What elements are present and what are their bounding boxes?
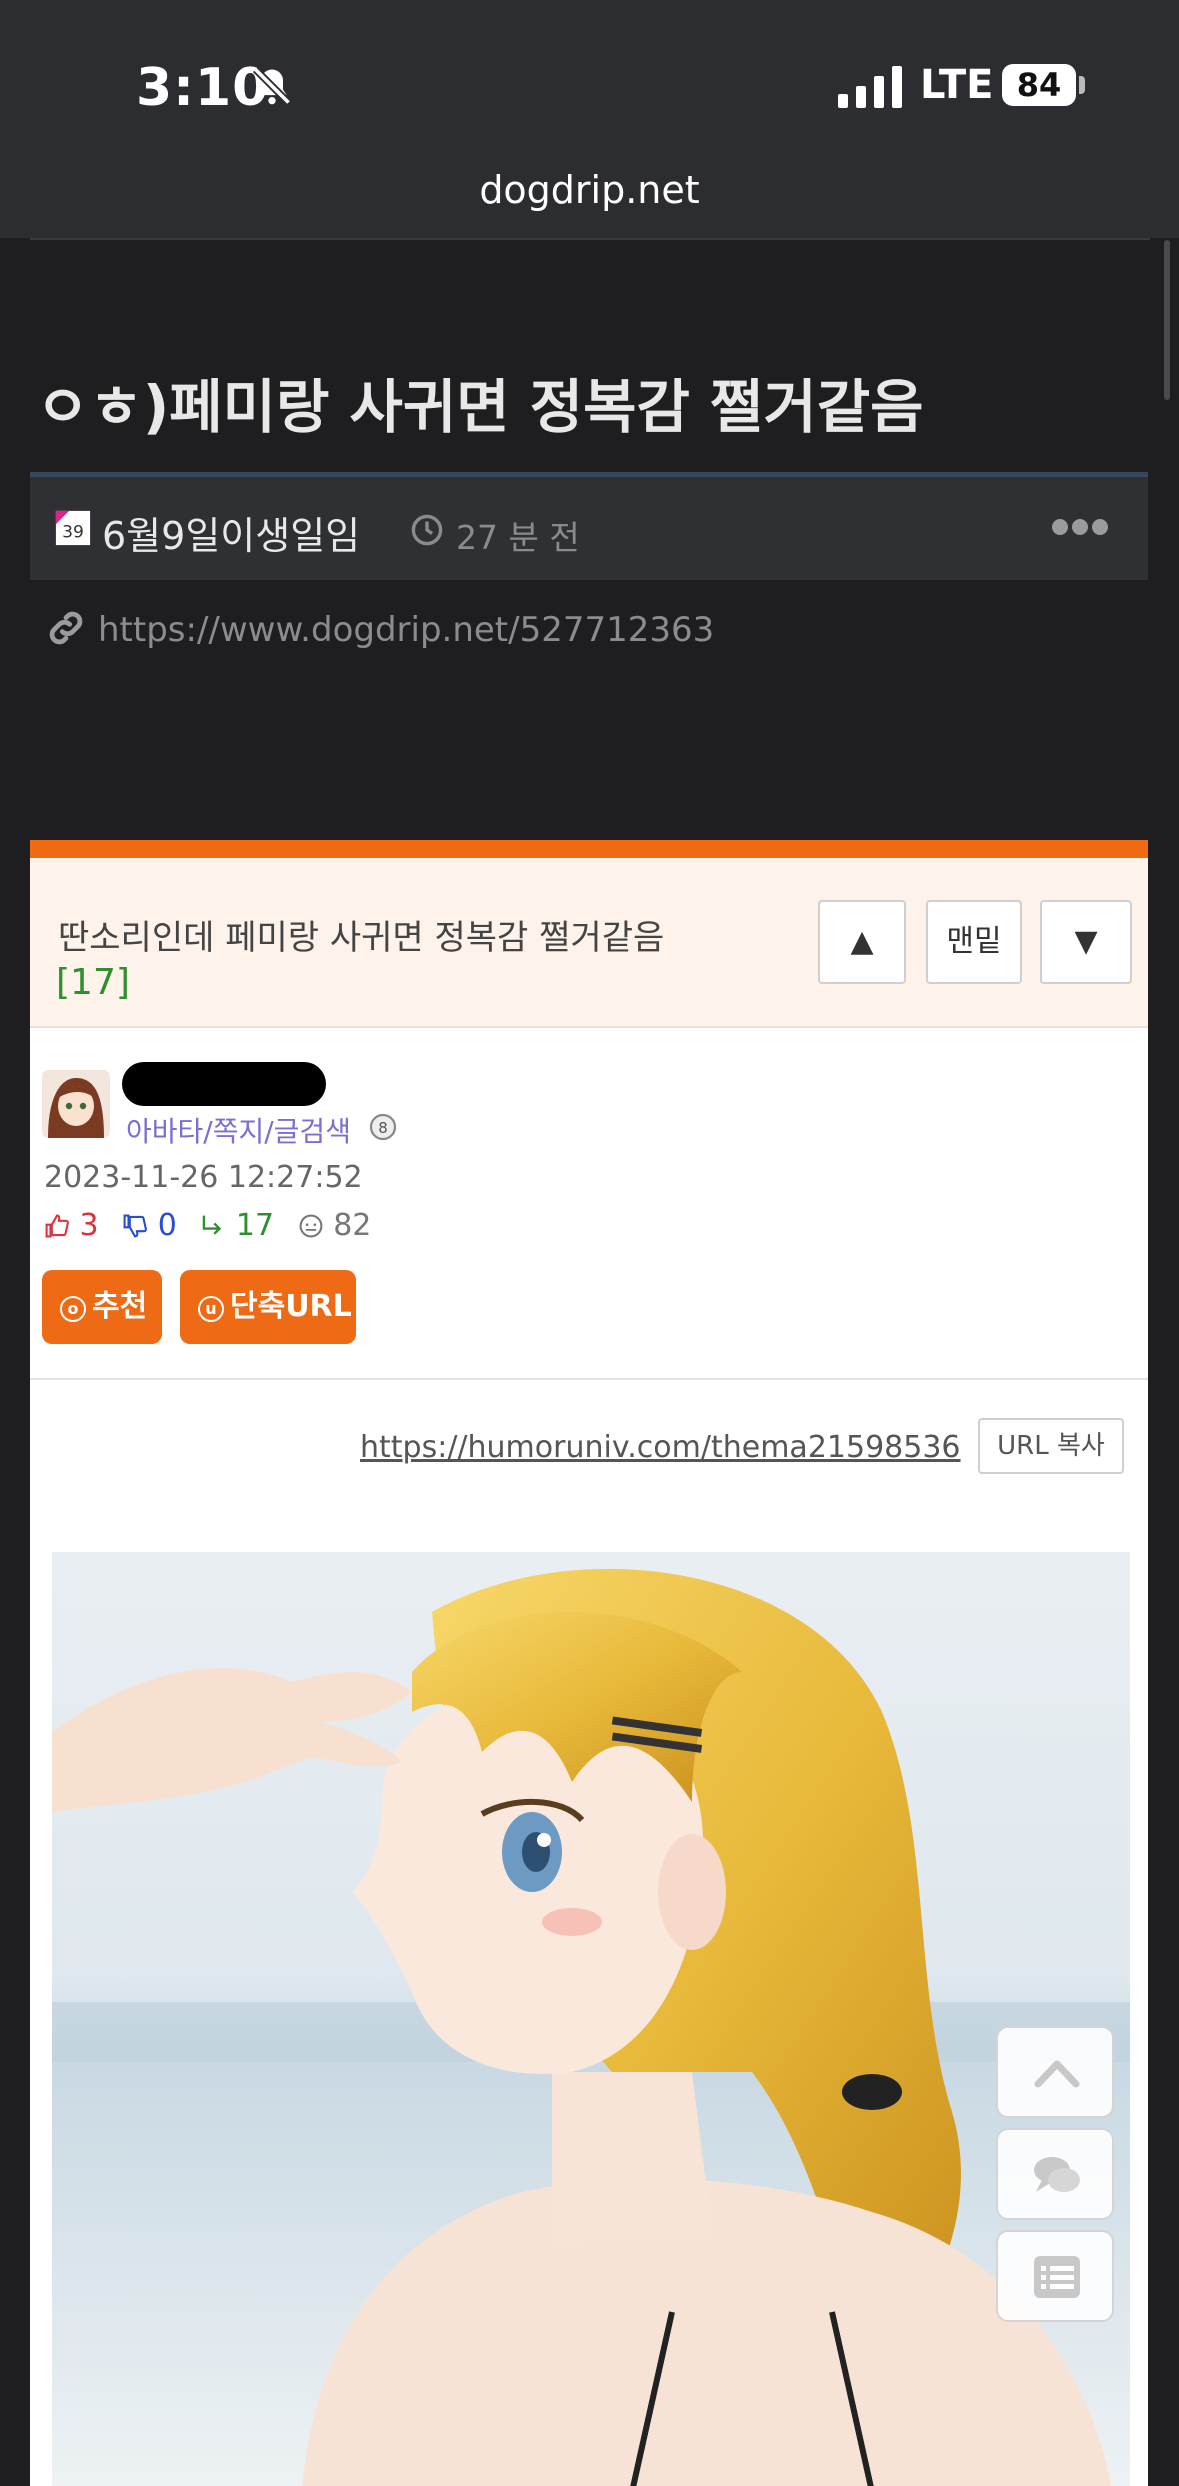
signal-icon [838, 66, 902, 108]
address-bar[interactable]: dogdrip.net [0, 168, 1179, 212]
embed-title: 딴소리인데 페미랑 사귀면 정복감 쩔거같음 [58, 918, 665, 958]
svg-text:39: 39 [62, 523, 84, 543]
embed-comment-count: [17] [56, 962, 130, 1003]
battery-icon: 84 [1002, 64, 1076, 106]
divider [30, 238, 1150, 240]
battery-cap [1079, 76, 1085, 94]
scroll-top-button[interactable] [996, 2026, 1114, 2118]
scroll-up-button: ▲ [818, 900, 906, 984]
copy-url-button: URL 복사 [978, 1418, 1124, 1474]
eye-icon: 82 [298, 1208, 372, 1243]
network-type: LTE [920, 62, 994, 108]
comments-button[interactable] [996, 2128, 1114, 2220]
dislike-count: 0 [157, 1208, 177, 1243]
recommend-label: 추천 [92, 1289, 148, 1324]
anime-illustration [52, 1552, 1130, 2486]
list-icon [1034, 2256, 1080, 2298]
post-title: ㅇㅎ)페미랑 사귀면 정복감 쩔거같음 [36, 373, 924, 441]
like-count: 3 [79, 1208, 99, 1243]
author-name[interactable]: 6월9일이생일임 [102, 505, 360, 560]
bell-slash-icon [252, 66, 292, 106]
embed-post-date: 2023-11-26 12:27:52 [44, 1160, 363, 1195]
embedded-screenshot: 딴소리인데 페미랑 사귀면 정복감 쩔거같음 [17] ▲ 맨밑 ▼ 아바타/쪽… [30, 840, 1148, 2486]
clock-icon [411, 514, 443, 546]
redacted-username [122, 1062, 326, 1106]
level-badge-icon: 8 [369, 1113, 397, 1141]
more-icon[interactable] [1050, 515, 1110, 539]
post-time: 27 분 전 [456, 518, 580, 557]
profile-links: 아바타/쪽지/글검색 [126, 1115, 351, 1148]
thumbs-down-icon: 0 [122, 1208, 177, 1243]
reply-count: 17 [235, 1208, 275, 1243]
thumbs-up-icon: 3 [44, 1208, 99, 1243]
scroll-bottom-button: 맨밑 [926, 900, 1022, 984]
avatar [42, 1070, 110, 1138]
svg-text:8: 8 [378, 1119, 388, 1137]
embed-stats: 3 0 17 82 [44, 1208, 385, 1243]
view-count: 82 [333, 1208, 372, 1243]
recommend-button: o 추천 [42, 1270, 162, 1344]
source-link: https://humoruniv.com/thema21598536 [360, 1430, 961, 1465]
calendar-icon: 39 [55, 510, 91, 546]
chevron-up-icon [1034, 2060, 1080, 2088]
scrollbar[interactable] [1164, 240, 1170, 400]
short-url-button: u 단축URL [180, 1270, 356, 1344]
post-meta: 39 6월9일이생일임 27 분 전 [30, 472, 1148, 580]
embed-divider [30, 1378, 1148, 1380]
embed-header: 딴소리인데 페미랑 사귀면 정복감 쩔거같음 [17] ▲ 맨밑 ▼ [30, 858, 1148, 1028]
list-button[interactable] [996, 2230, 1114, 2322]
post-permalink[interactable]: https://www.dogdrip.net/527712363 [98, 610, 714, 650]
reply-icon: 17 [200, 1208, 274, 1243]
scroll-down-button: ▼ [1040, 900, 1132, 984]
status-bar: 3:10 LTE 84 dogdrip.net [0, 0, 1179, 238]
link-icon [49, 611, 83, 645]
short-url-label: 단축URL [230, 1289, 352, 1324]
chat-icon [1034, 2157, 1080, 2192]
embed-accent-bar [30, 840, 1148, 858]
